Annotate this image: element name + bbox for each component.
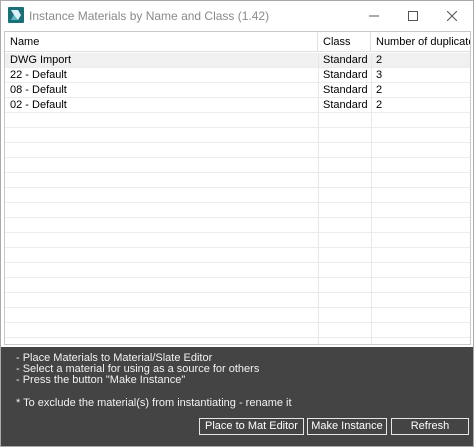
column-header-name[interactable]: Name (5, 32, 318, 52)
table-row[interactable]: 22 - Default Standard 3 (5, 68, 470, 83)
make-instance-button[interactable]: Make Instance (307, 418, 387, 435)
cell-class: Standard (323, 84, 368, 96)
table-row[interactable]: 02 - Default Standard 2 (5, 98, 470, 113)
bottom-panel: - Place Materials to Material/Slate Edit… (1, 347, 473, 446)
list-body: 02 - Default Standard 2 08 - Default Standar… (5, 53, 470, 344)
cell-duplicates: 2 (376, 84, 383, 96)
maximize-icon (408, 11, 418, 21)
window-title: Instance Materials by Name and Class (1.… (29, 9, 270, 23)
cell-name: DWG Import (10, 54, 72, 66)
table-row[interactable] (5, 113, 470, 128)
column-divider (371, 53, 372, 344)
materials-list[interactable]: Name Class Number of duplicates 02 - Def… (4, 31, 471, 345)
table-row[interactable] (5, 323, 470, 338)
table-row[interactable] (5, 308, 470, 323)
table-row[interactable] (5, 173, 470, 188)
cell-name: 08 - Default (10, 84, 67, 96)
table-row[interactable] (5, 203, 470, 218)
cell-duplicates: 2 (376, 54, 383, 66)
table-row[interactable] (5, 143, 470, 158)
column-header-class[interactable]: Class (318, 32, 371, 52)
hint-note: * To exclude the material(s) from instan… (16, 397, 292, 409)
table-row[interactable] (5, 128, 470, 143)
table-row[interactable] (5, 278, 470, 293)
table-row[interactable]: DWG Import Standard 2 (5, 53, 470, 68)
table-row[interactable] (5, 158, 470, 173)
minimize-icon (369, 15, 379, 17)
dialog-window: Instance Materials by Name and Class (1.… (0, 0, 474, 447)
table-row[interactable] (5, 218, 470, 233)
list-header: Name Class Number of duplicates (5, 32, 470, 52)
cell-name: 22 - Default (10, 69, 67, 81)
column-header-duplicates[interactable]: Number of duplicates (371, 32, 470, 52)
hint-line-3: - Press the button "Make Instance" (16, 374, 186, 386)
close-button[interactable] (429, 1, 474, 31)
cell-duplicates: 3 (376, 69, 383, 81)
cell-duplicates: 2 (376, 99, 383, 111)
cell-class: Standard (323, 99, 368, 111)
column-divider (318, 53, 319, 344)
cell-class: Standard (323, 54, 368, 66)
place-to-mat-editor-button[interactable]: Place to Mat Editor (199, 418, 304, 435)
table-row[interactable] (5, 293, 470, 308)
cell-name: 02 - Default (10, 99, 67, 111)
table-row[interactable] (5, 248, 470, 263)
table-row[interactable] (5, 233, 470, 248)
refresh-button[interactable]: Refresh (391, 418, 469, 435)
3ds-max-app-icon (8, 7, 24, 23)
close-icon (447, 11, 457, 21)
table-row[interactable] (5, 263, 470, 278)
table-row[interactable]: 08 - Default Standard 2 (5, 83, 470, 98)
cell-class: Standard (323, 69, 368, 81)
table-row[interactable] (5, 188, 470, 203)
title-bar[interactable]: Instance Materials by Name and Class (1.… (1, 1, 473, 31)
